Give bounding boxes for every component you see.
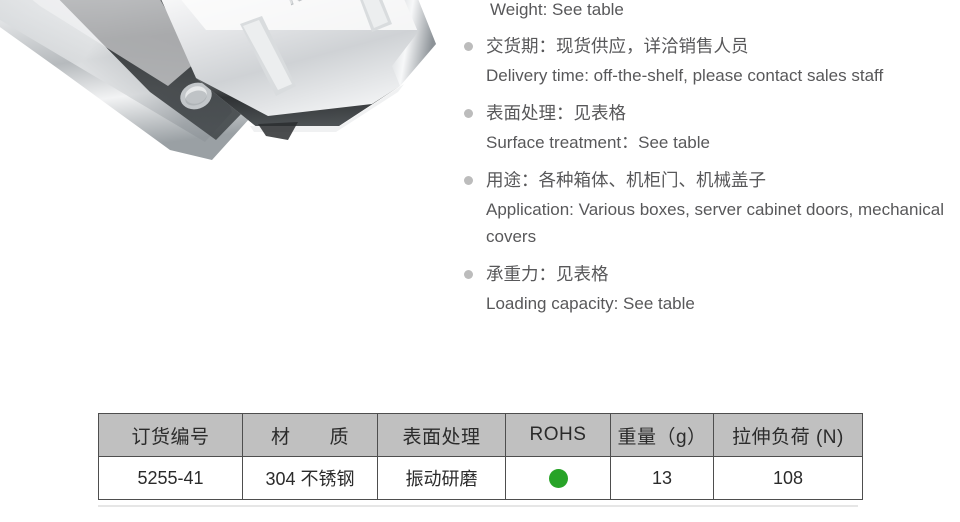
bullet-icon (464, 109, 473, 118)
col-header-material: 材 质 (242, 413, 378, 457)
product-illustration: NRH NRH (0, 0, 436, 160)
cell-weight: 13 (610, 456, 714, 500)
spec-label-en: Loading capacity: See table (486, 294, 695, 313)
table-row: 5255-41 304 不锈钢 振动研磨 13 108 (98, 456, 863, 500)
specification-table: 订货编号 材 质 表面处理 ROHS 重量（g） 拉伸负荷 (N) 5255-4… (98, 413, 863, 500)
spec-label-cn: 用途：各种箱体、机柜门、机械盖子 (486, 170, 766, 190)
spec-label-cn: 交货期：现货供应，详洽销售人员 (486, 36, 749, 56)
specification-table-wrapper: 订货编号 材 质 表面处理 ROHS 重量（g） 拉伸负荷 (N) 5255-4… (98, 413, 863, 500)
spec-item-application: 用途：各种箱体、机柜门、机械盖子 Application: Various bo… (462, 165, 954, 250)
cell-tensile: 108 (713, 456, 863, 500)
col-header-weight: 重量（g） (610, 413, 714, 457)
product-image: NRH NRH (0, 0, 460, 190)
spec-label-en: Application: Various boxes, server cabin… (486, 200, 944, 246)
spec-label-cn: 表面处理：见表格 (486, 103, 626, 123)
rohs-compliant-icon (548, 469, 568, 489)
spec-label-en: Surface treatment：See table (486, 133, 710, 152)
spec-label-cn: 承重力：见表格 (486, 264, 609, 284)
table-bottom-rule (98, 505, 858, 507)
spec-item-surface-treatment: 表面处理：见表格 Surface treatment：See table (462, 98, 954, 156)
spec-label-en: Delivery time: off-the-shelf, please con… (486, 66, 884, 85)
bullet-icon (464, 42, 473, 51)
spec-item-loading-capacity: 承重力：见表格 Loading capacity: See table (462, 259, 954, 317)
col-header-rohs: ROHS (505, 413, 611, 457)
spec-item-delivery: 交货期：现货供应，详洽销售人员 Delivery time: off-the-s… (462, 31, 954, 89)
bullet-icon (464, 270, 473, 279)
lever-notch (258, 122, 298, 140)
spec-weight-line: Weight: See table (490, 0, 624, 19)
col-header-tensile: 拉伸负荷 (N) (713, 413, 863, 457)
cell-rohs (505, 456, 611, 500)
table-header-row: 订货编号 材 质 表面处理 ROHS 重量（g） 拉伸负荷 (N) (98, 413, 863, 457)
cell-order-no: 5255-41 (98, 456, 243, 500)
specification-list: Weight: See table 交货期：现货供应，详洽销售人员 Delive… (462, 0, 954, 326)
col-header-surface: 表面处理 (377, 413, 506, 457)
cell-surface: 振动研磨 (377, 456, 506, 500)
col-header-order-no: 订货编号 (98, 413, 243, 457)
cell-material: 304 不锈钢 (242, 456, 378, 500)
bullet-icon (464, 176, 473, 185)
